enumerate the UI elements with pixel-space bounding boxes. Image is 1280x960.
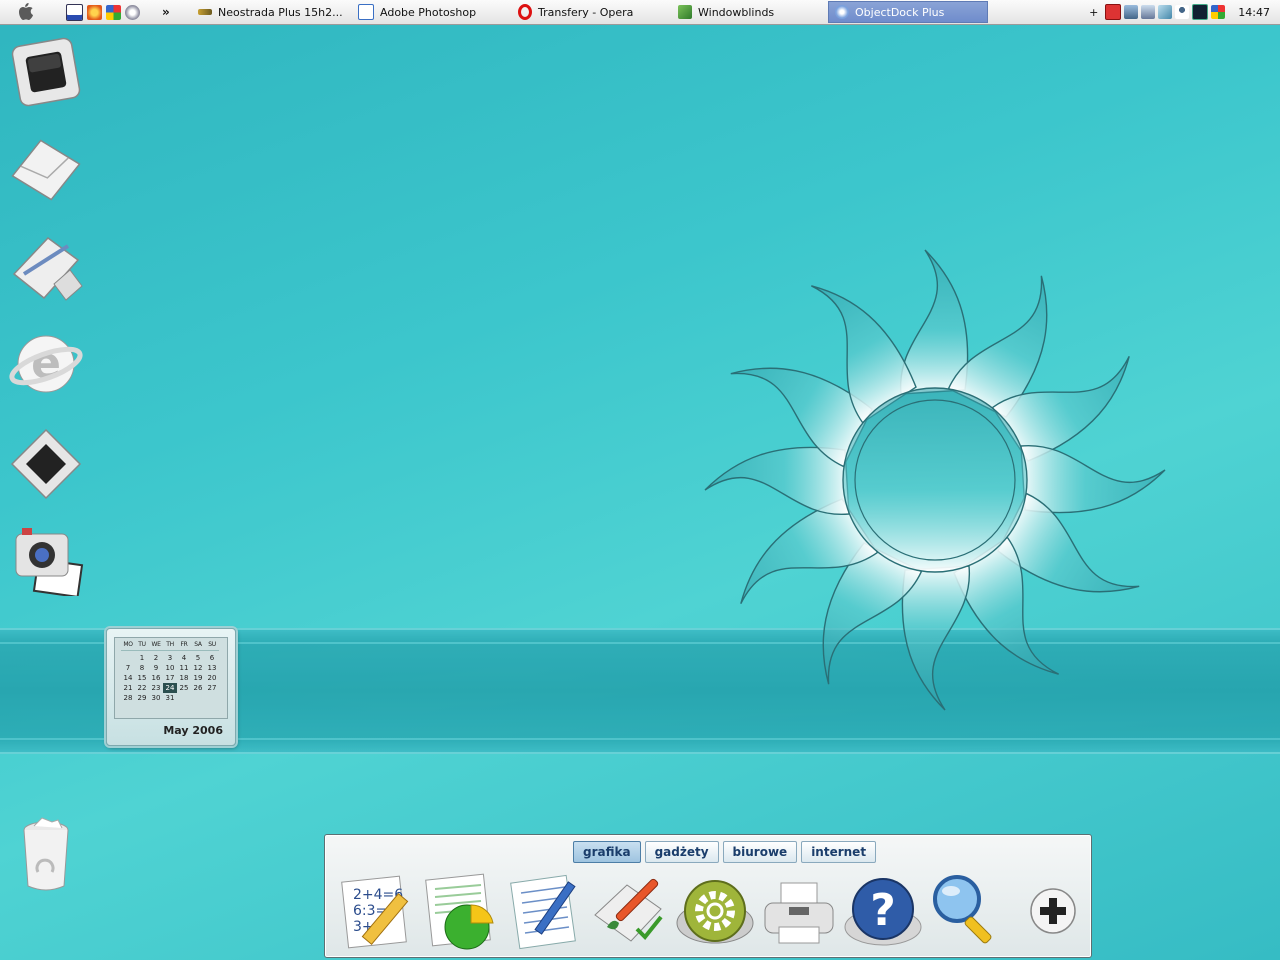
spreadsheet-chart-icon[interactable]	[423, 871, 503, 951]
calendar-day[interactable]: 9	[149, 663, 163, 673]
tab-internet[interactable]: internet	[801, 841, 877, 863]
printer-icon[interactable]	[759, 871, 839, 951]
task-label: Windowblinds	[698, 5, 775, 19]
calendar-widget[interactable]: MO TU WE TH FR SA SU 1 2 3 4 5 6 7 8 9 10 11 12 13 14 15 16 17 1…	[106, 628, 236, 746]
mail-icon[interactable]	[8, 132, 84, 208]
task-label: Transfery - Opera	[538, 5, 634, 19]
sun-wallpaper-graphic	[704, 249, 1166, 711]
paint-icon[interactable]	[591, 871, 671, 951]
calendar-day[interactable]: 11	[177, 663, 191, 673]
calendar-day[interactable]: 17	[163, 673, 177, 683]
calendar-day[interactable]: 13	[205, 663, 219, 673]
task-photoshop[interactable]: Adobe Photoshop	[352, 0, 482, 24]
calendar-weekday: SA	[191, 640, 205, 651]
calendar-weekday: FR	[177, 640, 191, 651]
calendar-day[interactable]: 25	[177, 683, 191, 693]
performance-icon[interactable]	[1192, 4, 1209, 20]
save-icon[interactable]	[1105, 4, 1122, 20]
task-objectdock[interactable]: ObjectDock Plus	[828, 1, 988, 23]
calendar-day[interactable]: 26	[191, 683, 205, 693]
objectdock-icon	[835, 5, 849, 19]
calendar-weekday: MO	[121, 640, 135, 651]
calendar-day[interactable]: 28	[121, 693, 135, 703]
calendar-day[interactable]: 23	[149, 683, 163, 693]
dock-tabs: grafika gadżety biurowe internet	[573, 841, 877, 863]
calendar-weekday: WE	[149, 640, 163, 651]
settings-icon[interactable]	[675, 871, 755, 951]
calendar-day[interactable]: 16	[149, 673, 163, 683]
photoshop-icon	[358, 4, 374, 20]
monitor-icon[interactable]	[1141, 5, 1156, 19]
calendar-day[interactable]: 29	[135, 693, 149, 703]
tab-gadzety[interactable]: gadżety	[644, 841, 719, 863]
explorer-icon[interactable]	[66, 3, 83, 21]
calendar-day[interactable]: 30	[149, 693, 163, 703]
quick-launch-overflow[interactable]: »	[162, 0, 170, 24]
calendar-day[interactable]: 12	[191, 663, 205, 673]
package-icon[interactable]	[1158, 5, 1173, 19]
internet-explorer-icon[interactable]: e	[8, 326, 84, 402]
calendar-day[interactable]: 18	[177, 673, 191, 683]
calendar-day[interactable]: 19	[191, 673, 205, 683]
recycle-bin-icon[interactable]	[16, 816, 76, 896]
calendar-weekday: SU	[205, 640, 219, 651]
calendar-day[interactable]: 3	[163, 653, 177, 663]
task-opera[interactable]: Transfery - Opera	[512, 0, 639, 24]
task-label: ObjectDock Plus	[855, 5, 945, 19]
calendar-day[interactable]: 21	[121, 683, 135, 693]
quick-launch	[66, 0, 140, 24]
add-icon[interactable]	[1011, 871, 1091, 951]
calendar-day[interactable]: 15	[135, 673, 149, 683]
clock[interactable]: 14:47	[1238, 6, 1270, 19]
user-icon[interactable]	[1175, 5, 1190, 19]
connection-icon	[198, 9, 212, 15]
windows-icon[interactable]	[1211, 5, 1226, 19]
calendar-day[interactable]: 8	[135, 663, 149, 673]
calendar-day[interactable]: 7	[121, 663, 135, 673]
calendar-grid: MO TU WE TH FR SA SU 1 2 3 4 5 6 7 8 9 10 11 12 13 14 15 16 17 1…	[114, 637, 228, 719]
calendar-day[interactable]: 14	[121, 673, 135, 683]
calendar-day[interactable]	[121, 653, 135, 663]
task-label: Neostrada Plus 15h2...	[218, 5, 343, 19]
ipod-icon[interactable]	[8, 426, 84, 502]
help-icon[interactable]: ?	[843, 871, 923, 951]
tab-grafika[interactable]: grafika	[573, 841, 641, 863]
calendar-day[interactable]: 20	[205, 673, 219, 683]
windows-flag-icon[interactable]	[106, 4, 121, 20]
calendar-day[interactable]: 27	[205, 683, 219, 693]
network-icon[interactable]	[1124, 5, 1139, 19]
task-label: Adobe Photoshop	[380, 5, 477, 19]
media-player-icon[interactable]	[125, 4, 140, 20]
calendar-day[interactable]: 4	[177, 653, 191, 663]
camera-icon[interactable]	[8, 520, 84, 599]
calendar-day[interactable]: 22	[135, 683, 149, 693]
browser-icon[interactable]	[87, 4, 102, 20]
ipod-icon[interactable]	[8, 34, 84, 110]
task-neostrada[interactable]: Neostrada Plus 15h2...	[192, 0, 349, 24]
calendar-day[interactable]: 10	[163, 663, 177, 673]
notepad-icon[interactable]	[507, 871, 587, 951]
tab-biurowe[interactable]: biurowe	[722, 841, 798, 863]
opera-icon	[518, 4, 532, 20]
svg-text:?: ?	[870, 885, 896, 936]
calendar-day[interactable]: 31	[163, 693, 177, 703]
calendar-day[interactable]: 6	[205, 653, 219, 663]
tray-expand-button[interactable]: +	[1089, 6, 1098, 19]
calendar-month-year: May 2006	[163, 724, 223, 737]
objectdock: grafika gadżety biurowe internet 2+4=6 6:…	[324, 834, 1092, 958]
calendar-day-today[interactable]: 24	[163, 683, 177, 693]
windowblinds-icon	[678, 5, 692, 19]
taskbar: » Neostrada Plus 15h2... Adobe Photoshop…	[0, 0, 1280, 25]
calendar-day[interactable]: 2	[149, 653, 163, 663]
calendar-weekday: TU	[135, 640, 149, 651]
writing-icon[interactable]	[8, 230, 84, 306]
system-tray: + 14:47	[1089, 0, 1270, 24]
task-windowblinds[interactable]: Windowblinds	[672, 0, 780, 24]
search-icon[interactable]	[927, 871, 1007, 951]
apple-menu-icon[interactable]	[18, 0, 36, 24]
calendar-day[interactable]: 1	[135, 653, 149, 663]
calendar-weekday: TH	[163, 640, 177, 651]
calendar-day[interactable]: 5	[191, 653, 205, 663]
math-icon[interactable]: 2+4=6 6:3=2 3+	[339, 871, 419, 951]
